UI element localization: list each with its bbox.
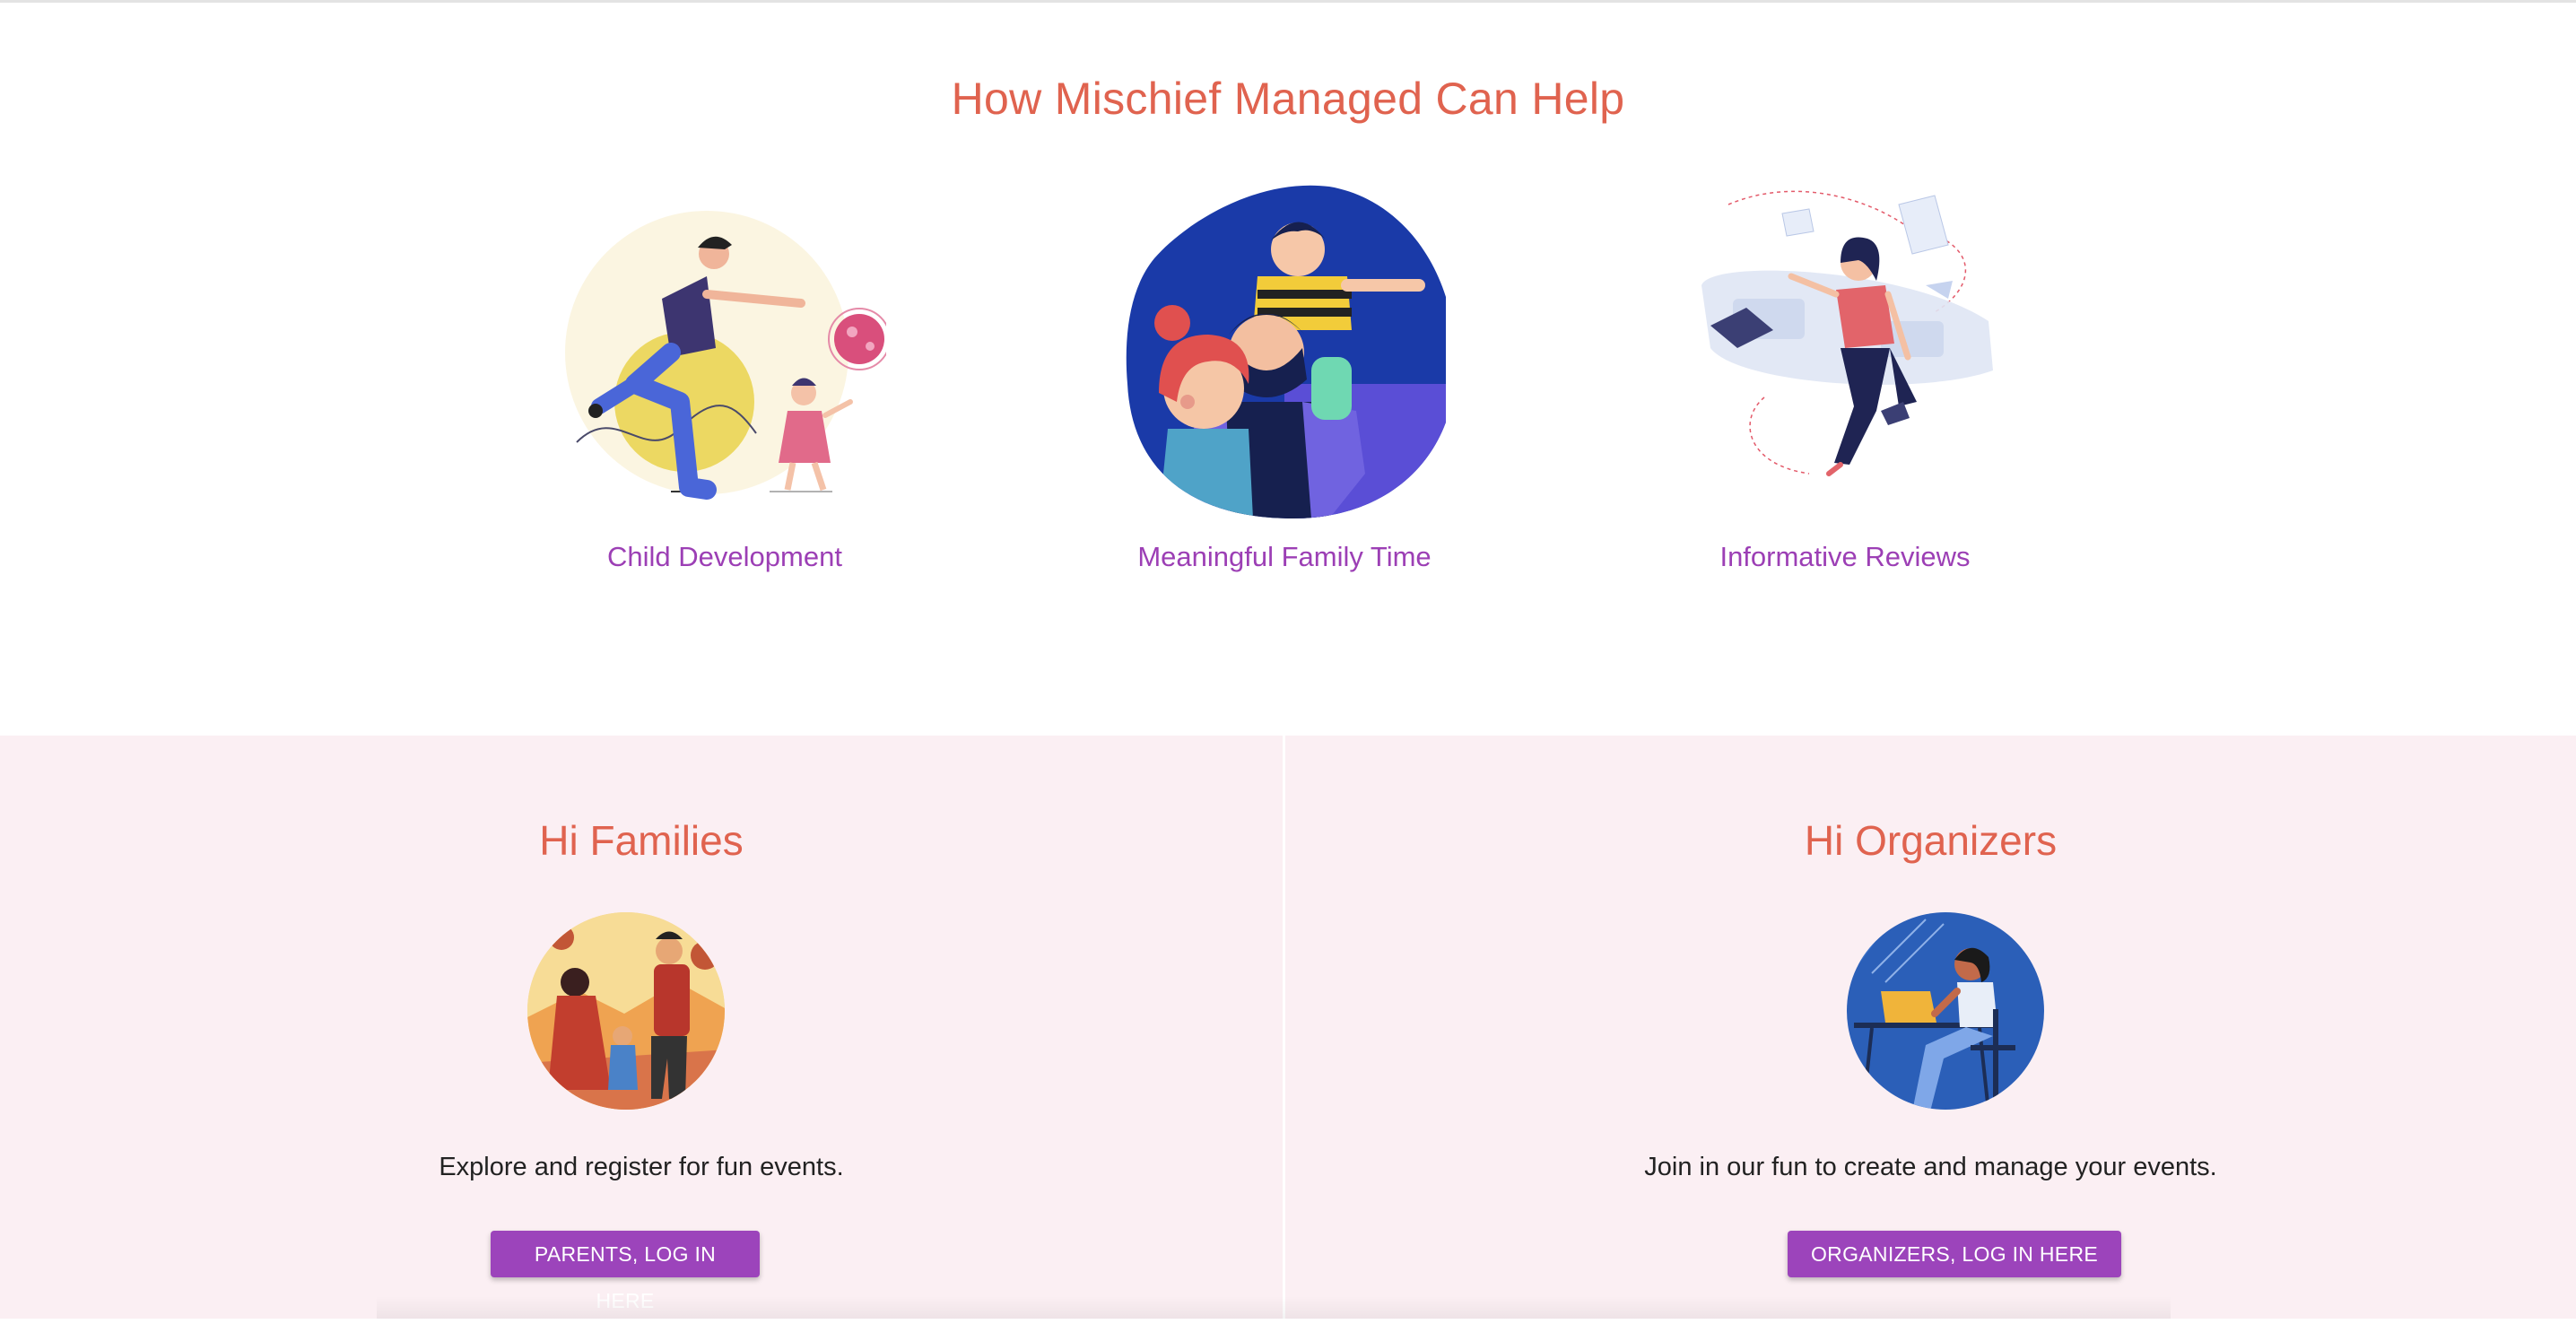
how-we-help-section: How Mischief Managed Can Help Child Deve… (0, 3, 2576, 736)
organizers-description: Join in our fun to create and manage you… (1644, 1153, 2217, 1181)
feature-family-time: Meaningful Family Time (1096, 178, 1473, 581)
feature-label: Meaningful Family Time (1137, 541, 1432, 572)
footer-shadow (377, 1296, 2171, 1319)
families-title: Hi Families (539, 817, 744, 864)
organizers-title: Hi Organizers (1804, 817, 2058, 864)
feature-label: Informative Reviews (1719, 541, 1971, 572)
feature-child-development: Child Development (536, 178, 913, 581)
family-hug-illustration (1126, 185, 1446, 518)
organizers-panel: Hi Organizers Join in our fun to create … (1285, 736, 2576, 1319)
parents-login-button[interactable]: PARENTS, LOG IN HERE (491, 1231, 760, 1312)
families-description: Explore and register for fun events. (439, 1153, 844, 1181)
woman-reviews-illustration (1701, 190, 1993, 476)
feature-label: Child Development (607, 541, 842, 572)
families-panel: Hi Families Explore and register for fun… (0, 736, 1283, 1319)
section-title: How Mischief Managed Can Help (951, 74, 1625, 124)
organizers-login-button[interactable]: ORGANIZERS, LOG IN HERE (1788, 1231, 2121, 1277)
feature-reviews: Informative Reviews (1657, 178, 2033, 581)
parent-child-play-illustration (565, 211, 886, 500)
family-walking-illustration (527, 912, 725, 1110)
organizer-laptop-illustration (1847, 912, 2044, 1110)
